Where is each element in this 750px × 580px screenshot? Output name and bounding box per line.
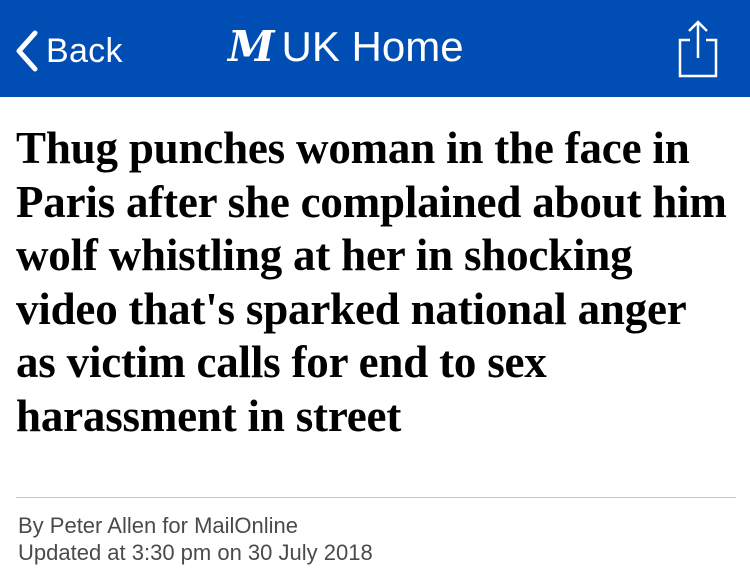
divider bbox=[16, 497, 736, 498]
daily-mail-logo: M bbox=[228, 22, 274, 71]
share-icon bbox=[678, 20, 718, 78]
home-label: UK Home bbox=[281, 23, 464, 70]
uk-home-link[interactable]: M UK Home bbox=[228, 20, 464, 74]
back-button[interactable]: Back bbox=[14, 26, 123, 76]
article-byline: By Peter Allen for MailOnline bbox=[18, 513, 299, 538]
article-headline: Thug punches woman in the face in Paris … bbox=[16, 123, 727, 441]
share-button[interactable] bbox=[668, 16, 728, 82]
back-label: Back bbox=[46, 32, 123, 70]
chevron-left-icon bbox=[16, 30, 38, 72]
article-updated-timestamp: Updated at 3:30 pm on 30 July 2018 bbox=[18, 540, 373, 565]
top-navigation-bar: Back M UK Home bbox=[0, 0, 750, 97]
